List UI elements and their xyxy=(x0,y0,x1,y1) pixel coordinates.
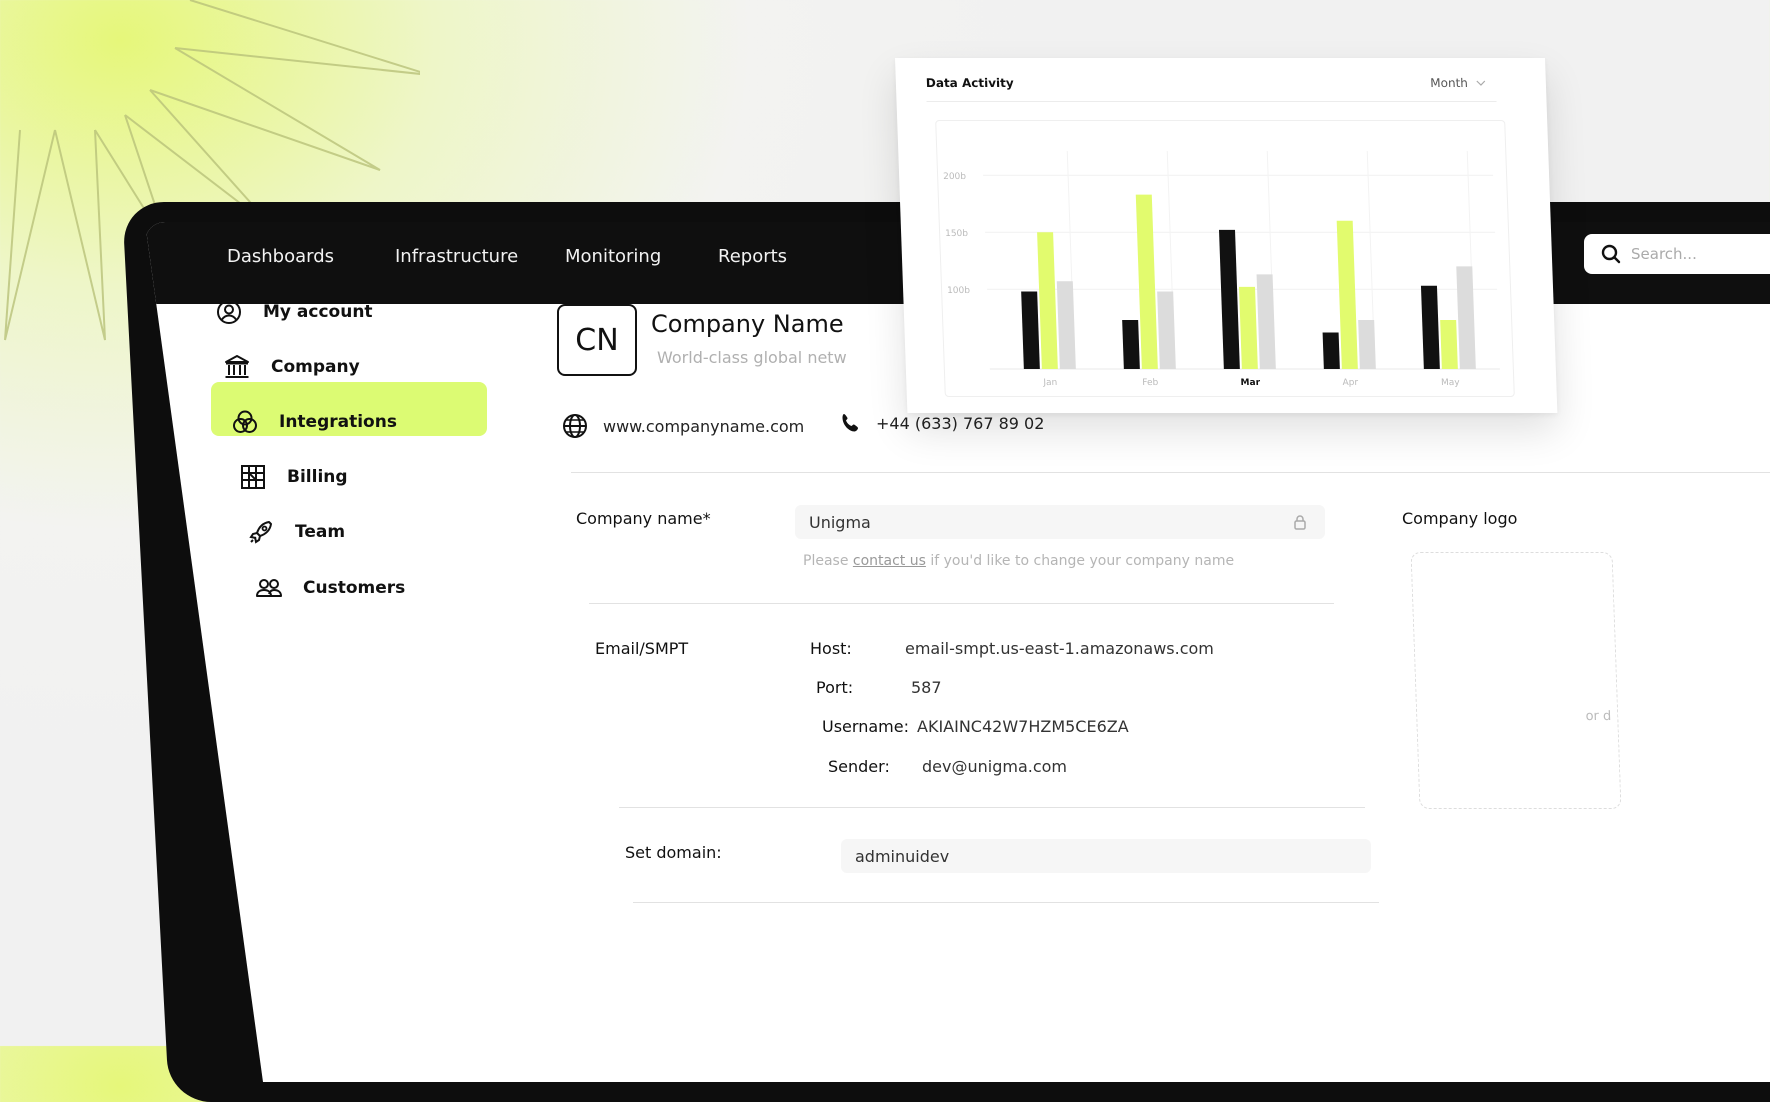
card-title: Data Activity xyxy=(925,76,1014,90)
company-logo-label: Company logo xyxy=(1402,509,1518,528)
sidebar-item-label: Integrations xyxy=(279,412,397,432)
email-smpt-label: Email/SMPT xyxy=(595,639,689,658)
x-tick-label: Feb xyxy=(1142,378,1159,388)
sender-label: Sender: xyxy=(828,757,890,776)
logo-dropzone[interactable]: or d xyxy=(1410,552,1622,809)
company-phone[interactable]: +44 (633) 767 89 02 xyxy=(840,412,1044,434)
domain-field[interactable]: adminuidev xyxy=(841,839,1371,873)
bar-may-2[interactable] xyxy=(1456,266,1476,369)
host-value: email-smpt.us-east-1.amazonaws.com xyxy=(905,639,1214,658)
sidebar-item-customers[interactable]: Customers xyxy=(255,574,405,602)
rocket-icon xyxy=(249,521,272,544)
contact-us-link[interactable]: contact us xyxy=(853,553,926,569)
bar-mar-2[interactable] xyxy=(1256,274,1276,370)
chevron-down-icon xyxy=(1476,80,1486,86)
y-tick-label: 200b xyxy=(943,172,967,182)
phone-text: +44 (633) 767 89 02 xyxy=(876,413,1045,433)
x-tick-label: May xyxy=(1441,378,1461,388)
bar-mar-0[interactable] xyxy=(1219,229,1240,369)
user-circle-icon xyxy=(217,300,241,324)
divider xyxy=(619,807,1365,808)
host-label: Host: xyxy=(810,639,852,658)
company-avatar: CN xyxy=(557,304,637,376)
search-placeholder: Search... xyxy=(1631,245,1697,263)
sidebar-item-team[interactable]: Team xyxy=(247,518,345,546)
bar-apr-1[interactable] xyxy=(1336,220,1358,369)
company-website[interactable]: www.companyname.com xyxy=(561,412,804,440)
website-text: www.companyname.com xyxy=(603,416,805,436)
nav-infrastructure[interactable]: Infrastructure xyxy=(395,246,518,267)
company-name-field[interactable]: Unigma xyxy=(795,505,1325,539)
bar-feb-1[interactable] xyxy=(1135,194,1158,369)
card-divider xyxy=(926,101,1497,102)
bar-mar-1[interactable] xyxy=(1238,286,1258,369)
bar-feb-0[interactable] xyxy=(1122,319,1140,369)
globe-icon xyxy=(563,414,587,438)
divider xyxy=(571,472,1770,473)
sidebar-item-label: Billing xyxy=(287,467,348,487)
divider xyxy=(589,603,1334,604)
username-label: Username: xyxy=(822,717,909,736)
nav-monitoring[interactable]: Monitoring xyxy=(565,246,661,267)
phone-icon xyxy=(842,414,858,432)
bar-may-1[interactable] xyxy=(1440,319,1458,369)
bar-feb-2[interactable] xyxy=(1157,291,1176,369)
port-value: 587 xyxy=(911,678,942,697)
billing-icon xyxy=(241,465,265,489)
x-tick-label: Apr xyxy=(1342,378,1358,388)
y-tick-label: 150b xyxy=(945,229,969,239)
company-name-hint: Please contact us if you'd like to chang… xyxy=(803,553,1235,569)
nav-dashboards[interactable]: Dashboards xyxy=(227,246,334,267)
bank-icon xyxy=(225,355,249,378)
company-name-value: Unigma xyxy=(809,513,871,532)
bar-jan-0[interactable] xyxy=(1021,291,1040,369)
divider xyxy=(633,902,1379,903)
x-tick-label: Jan xyxy=(1042,378,1057,388)
sidebar-item-billing[interactable]: Billing xyxy=(239,463,348,491)
nav-reports[interactable]: Reports xyxy=(718,246,787,267)
chart-frame: 100b 150b 200b Jan Feb Mar Apr May xyxy=(935,120,1515,397)
company-tagline: World-class global netw xyxy=(657,348,847,367)
lock-icon xyxy=(1294,515,1306,530)
integrations-icon xyxy=(233,410,257,433)
bar-jan-2[interactable] xyxy=(1056,281,1076,369)
domain-value: adminuidev xyxy=(855,847,950,866)
sidebar-item-label: Company xyxy=(271,357,360,377)
search-input[interactable]: Search... xyxy=(1584,234,1770,274)
company-name-label: Company name* xyxy=(576,509,711,528)
sender-value: dev@unigma.com xyxy=(922,757,1067,776)
users-icon xyxy=(256,579,282,597)
sidebar-item-label: Team xyxy=(295,522,346,542)
period-value: Month xyxy=(1430,76,1469,90)
x-tick-label: Mar xyxy=(1240,378,1260,388)
sidebar-item-company[interactable]: Company xyxy=(223,353,360,381)
search-icon xyxy=(1601,244,1621,264)
bar-apr-2[interactable] xyxy=(1358,319,1376,369)
logo-drop-hint: or d xyxy=(1585,709,1612,724)
company-title: Company Name xyxy=(651,310,844,338)
data-activity-card: Data Activity Month 100b 150b 200b Jan Feb Ma… xyxy=(895,58,1558,413)
sidebar-item-integrations[interactable]: Integrations xyxy=(231,408,397,436)
bar-may-0[interactable] xyxy=(1420,285,1440,369)
sidebar-item-label: Customers xyxy=(303,578,406,598)
period-select[interactable]: Month xyxy=(1430,76,1486,90)
sidebar-item-my-account[interactable]: My account xyxy=(215,298,373,326)
y-tick-label: 100b xyxy=(947,286,971,296)
bar-chart: 100b 150b 200b Jan Feb Mar Apr May xyxy=(943,151,1500,388)
username-value: AKIAINC42W7HZM5CE6ZA xyxy=(917,717,1129,736)
sidebar-item-label: My account xyxy=(263,302,373,322)
bar-jan-1[interactable] xyxy=(1037,232,1058,369)
bar-apr-0[interactable] xyxy=(1322,332,1340,370)
set-domain-label: Set domain: xyxy=(625,843,722,862)
port-label: Port: xyxy=(816,678,854,697)
